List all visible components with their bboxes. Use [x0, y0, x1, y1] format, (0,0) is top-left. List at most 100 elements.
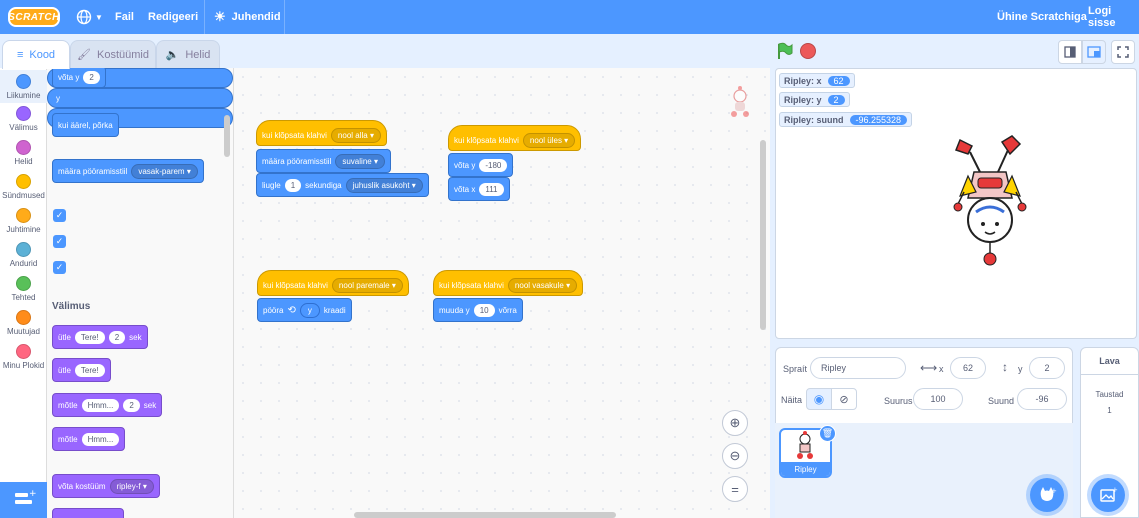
block-think[interactable]: mõtle Hmm...	[52, 427, 126, 451]
sprite-size-input[interactable]: 100	[913, 388, 963, 410]
normal-stage-button[interactable]	[1082, 40, 1106, 64]
block-partial[interactable]	[52, 508, 124, 518]
green-flag-button[interactable]	[776, 42, 794, 63]
small-stage-button[interactable]	[1058, 40, 1082, 64]
block-think-secs[interactable]: mõtle Hmm... 2 sek	[52, 393, 163, 417]
block-input[interactable]: 2	[123, 398, 140, 412]
block-rotation-style[interactable]: määra pööramisstiil vasak-parem ▾	[52, 159, 204, 183]
tab-code[interactable]: ≡ Kood	[2, 40, 70, 69]
block-text: liugle	[262, 180, 281, 190]
workspace-scrollbar-horizontal[interactable]	[354, 512, 616, 518]
key-dropdown[interactable]: nool üles ▾	[522, 132, 576, 148]
checkbox-x[interactable]: ✓	[53, 209, 66, 222]
category-operators[interactable]: Tehted	[0, 276, 47, 302]
category-sound[interactable]: Helid	[0, 140, 47, 166]
block-turn[interactable]: pööra ⟲ y kraadi	[257, 298, 352, 322]
block-input[interactable]: Tere!	[74, 330, 105, 344]
sprite-y-input[interactable]: 2	[1029, 357, 1065, 379]
key-dropdown[interactable]: nool paremale ▾	[331, 277, 403, 293]
category-events[interactable]: Sündmused	[0, 174, 47, 200]
block-dropdown[interactable]: suvaline ▾	[335, 153, 385, 169]
block-input-reporter[interactable]: y	[299, 302, 320, 318]
sprite-x-input[interactable]: 62	[950, 357, 986, 379]
key-dropdown[interactable]: nool vasakule ▾	[507, 277, 578, 293]
block-dropdown[interactable]: juhuslik asukoht ▾	[345, 177, 423, 193]
block-dropdown[interactable]: ripley-f ▾	[109, 478, 154, 494]
block-bounce[interactable]: kui äärel, põrka	[52, 113, 119, 137]
key-dropdown[interactable]: nool alla ▾	[330, 127, 381, 143]
block-set-y[interactable]: võta y2	[52, 68, 106, 88]
fullscreen-button[interactable]	[1111, 40, 1135, 64]
checkbox-direction[interactable]: ✓	[53, 261, 66, 274]
operators-dot	[16, 276, 31, 291]
events-dot	[16, 174, 31, 189]
looks-dot	[16, 106, 31, 121]
join-scratch-link[interactable]: Ühine Scratchiga	[997, 0, 1087, 34]
block-input[interactable]: 2	[83, 70, 100, 84]
ripley-sprite[interactable]	[950, 132, 1030, 270]
block-input[interactable]: 2	[108, 330, 126, 344]
category-label: Andurid	[9, 259, 38, 268]
category-motion[interactable]: Liikumine	[0, 70, 47, 103]
sign-in-link[interactable]: Logi sisse	[1088, 0, 1139, 34]
block-text: võta y	[58, 72, 80, 82]
add-extension-button[interactable]: +	[0, 482, 47, 518]
block-input[interactable]: 111	[479, 182, 504, 196]
reporter-y[interactable]: y	[47, 88, 233, 108]
block-rotation-style[interactable]: määra pööramisstiil suvaline ▾	[256, 149, 391, 173]
choose-sprite-button[interactable]: +	[1030, 478, 1064, 512]
show-hidden-button[interactable]: ⊘	[831, 388, 857, 410]
language-menu[interactable]: ▼	[76, 0, 103, 34]
block-text: määra pööramisstiil	[262, 156, 332, 166]
category-variables[interactable]: Muutujad	[0, 310, 47, 336]
block-input[interactable]: 10	[473, 303, 495, 317]
eye-icon: ◉	[813, 392, 825, 406]
monitor-x[interactable]: Ripley: x 62	[779, 73, 855, 88]
block-input[interactable]: Tere!	[74, 363, 105, 377]
block-input[interactable]: -180	[479, 158, 508, 172]
hat-when-key-pressed[interactable]: kui klõpsata klahvi nool üles ▾	[448, 125, 582, 151]
block-dropdown[interactable]: vasak-parem ▾	[131, 163, 198, 179]
tab-sounds[interactable]: 🔈 Helid	[156, 40, 220, 68]
block-switch-costume[interactable]: võta kostüüm ripley-f ▾	[52, 474, 160, 498]
monitor-label: Ripley: y	[784, 94, 822, 105]
choose-backdrop-button[interactable]: +	[1091, 478, 1125, 512]
block-input[interactable]: Hmm...	[81, 432, 120, 446]
block-set-y[interactable]: võta y -180	[448, 153, 514, 177]
block-say[interactable]: ütle Tere!	[52, 358, 111, 382]
tab-costumes[interactable]: 🖌 Kostüümid	[70, 40, 156, 68]
hat-when-key-pressed[interactable]: kui klõpsata klahvi nool paremale ▾	[257, 270, 409, 296]
monitor-direction[interactable]: Ripley: suund -96.255328	[779, 112, 913, 127]
scratch-logo[interactable]: SCRATCH	[8, 7, 60, 27]
category-looks[interactable]: Välimus	[0, 106, 47, 132]
zoom-in-button[interactable]: ⊕	[722, 410, 748, 436]
zoom-reset-button[interactable]: =	[722, 476, 748, 502]
block-set-x[interactable]: võta x 111	[448, 177, 510, 201]
block-text: sekundiga	[305, 180, 342, 190]
sprite-direction-input[interactable]: -96	[1017, 388, 1067, 410]
stop-button[interactable]	[800, 43, 816, 59]
block-change-y[interactable]: muuda y 10 võrra	[433, 298, 523, 322]
block-input[interactable]: Hmm...	[81, 398, 120, 412]
normal-stage-icon	[1087, 46, 1101, 58]
workspace-scrollbar-vertical[interactable]	[760, 140, 766, 330]
hat-when-key-pressed[interactable]: kui klõpsata klahvi nool alla ▾	[256, 120, 387, 146]
checkbox-y[interactable]: ✓	[53, 235, 66, 248]
file-menu[interactable]: Fail	[115, 0, 134, 34]
show-visible-button[interactable]: ◉	[806, 388, 832, 410]
tutorials-menu[interactable]: ☀ Juhendid	[214, 0, 281, 34]
hat-when-key-pressed[interactable]: kui klõpsata klahvi nool vasakule ▾	[433, 270, 584, 296]
palette-scrollbar[interactable]	[224, 115, 230, 157]
zoom-out-button[interactable]: ⊖	[722, 443, 748, 469]
category-control[interactable]: Juhtimine	[0, 208, 47, 234]
sprite-name-input[interactable]: Ripley	[810, 357, 906, 379]
block-glide[interactable]: liugle 1 sekundiga juhuslik asukoht ▾	[256, 173, 429, 197]
category-sensing[interactable]: Andurid	[0, 242, 47, 268]
delete-sprite-button[interactable]: 🗑	[819, 425, 836, 442]
block-input[interactable]: 1	[284, 178, 302, 192]
category-my-blocks[interactable]: Minu Plokid	[0, 344, 47, 370]
sprite-watermark-icon	[731, 86, 749, 117]
monitor-y[interactable]: Ripley: y 2	[779, 92, 850, 107]
edit-menu[interactable]: Redigeeri	[148, 0, 198, 34]
block-say-secs[interactable]: ütle Tere! 2 sek	[52, 325, 148, 349]
